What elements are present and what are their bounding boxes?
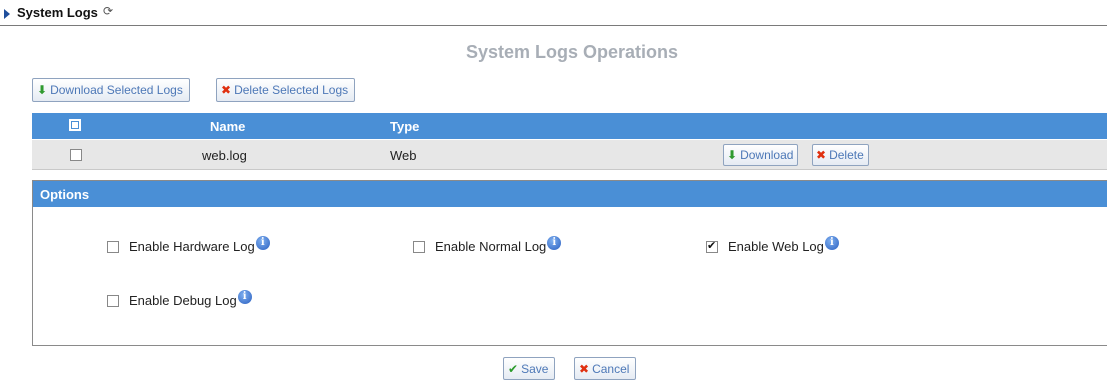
log-type: Web: [390, 148, 417, 163]
column-header-type: Type: [390, 119, 420, 134]
option-enable-hardware-log[interactable]: Enable Hardware Log i: [107, 235, 270, 254]
info-icon[interactable]: i: [237, 289, 252, 304]
download-label: Download: [740, 148, 794, 162]
delete-log-button[interactable]: ✖ Delete: [812, 144, 869, 166]
options-panel: Options Enable Hardware Log i Enable Nor…: [32, 180, 1107, 346]
option-label: Enable Web Log: [728, 239, 824, 254]
x-icon: ✖: [579, 361, 590, 376]
cancel-label: Cancel: [592, 361, 630, 376]
save-label: Save: [521, 361, 549, 376]
option-label: Enable Normal Log: [435, 239, 547, 254]
info-icon[interactable]: i: [824, 235, 839, 250]
x-icon: ✖: [221, 83, 232, 97]
debug-log-checkbox[interactable]: [107, 294, 119, 307]
option-label: Enable Debug Log: [129, 293, 237, 308]
row-checkbox[interactable]: [70, 149, 82, 161]
download-log-button[interactable]: ⬇ Download: [723, 144, 799, 166]
refresh-icon[interactable]: ⟳: [103, 4, 113, 18]
download-selected-label: Download Selected Logs: [50, 83, 183, 97]
page-header: System Logs ⟳: [0, 0, 1107, 26]
page-title: System Logs: [17, 5, 98, 20]
log-name: web.log: [202, 148, 247, 163]
normal-log-checkbox[interactable]: [413, 240, 425, 253]
info-icon[interactable]: i: [547, 235, 562, 250]
download-arrow-icon: ⬇: [37, 83, 48, 97]
web-log-checkbox[interactable]: [706, 239, 718, 253]
logs-table-header: Name Type: [32, 113, 1107, 139]
section-title: System Logs Operations: [465, 42, 679, 62]
x-icon: ✖: [816, 148, 827, 162]
option-enable-debug-log[interactable]: Enable Debug Log i: [107, 289, 252, 308]
info-icon[interactable]: i: [255, 235, 270, 250]
options-header: Options: [33, 181, 1107, 207]
checkmark-icon: ✔: [508, 361, 519, 376]
hardware-log-checkbox[interactable]: [107, 240, 119, 253]
select-all-checkbox[interactable]: [69, 119, 81, 131]
delete-selected-logs-button[interactable]: ✖ Delete Selected Logs: [216, 78, 356, 102]
delete-label: Delete: [829, 148, 864, 162]
expand-arrow-icon[interactable]: [4, 9, 10, 19]
delete-selected-label: Delete Selected Logs: [234, 83, 349, 97]
save-button[interactable]: ✔ Save: [503, 357, 556, 380]
download-arrow-icon: ⬇: [727, 148, 738, 162]
table-row: web.log Web ⬇ Download ✖ Delete: [32, 140, 1107, 170]
option-label: Enable Hardware Log: [129, 239, 255, 254]
download-selected-logs-button[interactable]: ⬇ Download Selected Logs: [32, 78, 190, 102]
option-enable-web-log[interactable]: Enable Web Log i: [706, 235, 839, 254]
option-enable-normal-log[interactable]: Enable Normal Log i: [413, 235, 562, 254]
cancel-button[interactable]: ✖ Cancel: [574, 357, 637, 380]
column-header-name: Name: [210, 119, 246, 134]
